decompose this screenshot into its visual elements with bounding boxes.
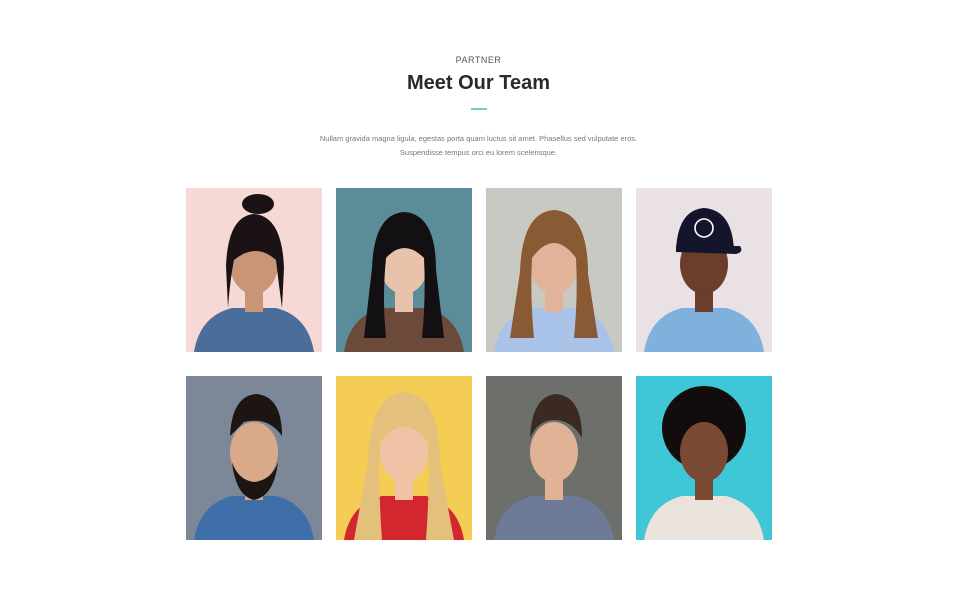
team-section: PARTNER Meet Our Team Nullam gravida mag… — [0, 0, 957, 599]
team-member-card[interactable] — [486, 188, 622, 352]
section-description: Nullam gravida magna ligula, egestas por… — [250, 132, 707, 160]
portrait-photo — [486, 376, 622, 540]
portrait-photo — [636, 376, 772, 540]
portrait-photo — [336, 376, 472, 540]
team-member-card[interactable] — [486, 376, 622, 540]
team-member-card[interactable] — [186, 188, 322, 352]
team-member-card[interactable] — [636, 376, 772, 540]
team-member-card[interactable] — [336, 188, 472, 352]
portrait-photo — [186, 376, 322, 540]
description-line-2: Suspendisse tempus orci eu lorem sceleri… — [399, 148, 558, 157]
team-member-card[interactable] — [336, 376, 472, 540]
team-grid — [186, 188, 772, 540]
portrait-photo — [186, 188, 322, 352]
section-title: Meet Our Team — [407, 72, 550, 94]
team-member-card[interactable] — [636, 188, 772, 352]
portrait-photo — [336, 188, 472, 352]
description-line-1: Nullam gravida magna ligula, egestas por… — [319, 134, 638, 143]
title-divider — [471, 108, 487, 110]
portrait-photo — [636, 188, 772, 352]
team-member-card[interactable] — [186, 376, 322, 540]
section-eyebrow: PARTNER — [455, 55, 502, 65]
portrait-photo — [486, 188, 622, 352]
